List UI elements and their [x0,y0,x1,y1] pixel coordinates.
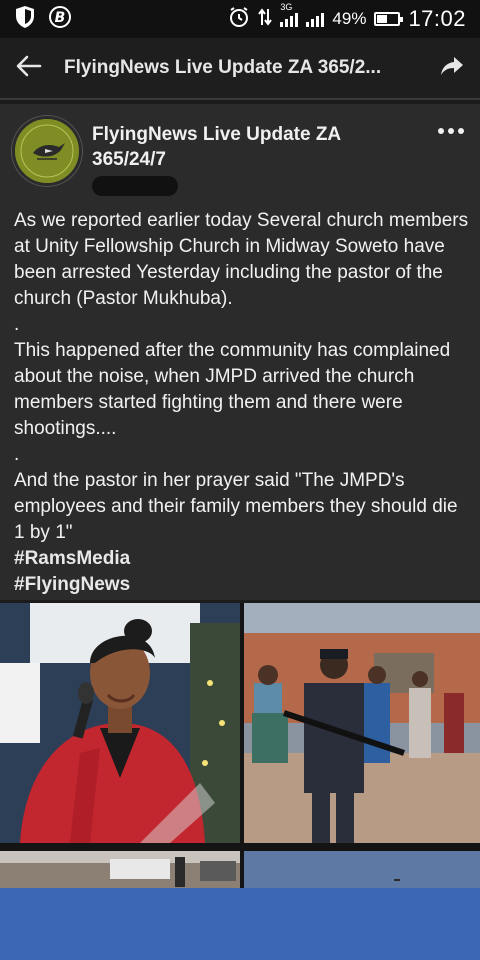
b-coin-icon: B [48,5,72,34]
data-arrows-icon [258,7,273,32]
post-separator: . [14,314,20,335]
post-text: As we reported earlier today Several chu… [14,208,470,598]
shield-icon [14,5,36,34]
battery-percent: 49% [332,9,367,28]
app-bar: FlyingNews Live Update ZA 365/2... [0,38,480,100]
network-type-label: 3G [280,2,293,12]
share-icon[interactable] [440,56,464,81]
page-title: FlyingNews Live Update ZA 365/2... [64,57,382,78]
photo-pastor[interactable] [0,603,240,843]
svg-text:B: B [55,10,66,26]
post-card: FlyingNews Live Update ZA 365/24/7 As we… [0,104,480,600]
photo-police[interactable] [244,603,480,843]
status-bar: B 3G 49% 17:02 [0,0,480,38]
bottom-bar [0,888,480,960]
clock: 17:02 [408,6,466,31]
photo-sky[interactable] [244,851,480,888]
hashtag-link[interactable]: #FlyingNews [14,572,470,598]
post-separator: . [14,444,20,465]
photo-grid [0,603,480,888]
alarm-icon [228,6,250,33]
battery-icon [374,12,404,26]
signal-icon: 3G [280,2,299,27]
post-paragraph: And the pastor in her prayer said "The J… [14,470,458,543]
post-paragraph: This happened after the community has co… [14,340,451,439]
redacted-timestamp [92,176,178,196]
post-header: FlyingNews Live Update ZA 365/24/7 [12,116,468,196]
signal-icon-2 [306,11,325,27]
more-options-icon[interactable] [438,128,464,134]
hashtag-link[interactable]: #RamsMedia [14,546,470,572]
post-paragraph: As we reported earlier today Several chu… [14,210,469,309]
photo-street[interactable] [0,851,240,888]
back-arrow-icon[interactable] [16,55,42,82]
avatar[interactable] [12,116,82,186]
page-name[interactable]: FlyingNews Live Update ZA 365/24/7 [92,122,392,172]
